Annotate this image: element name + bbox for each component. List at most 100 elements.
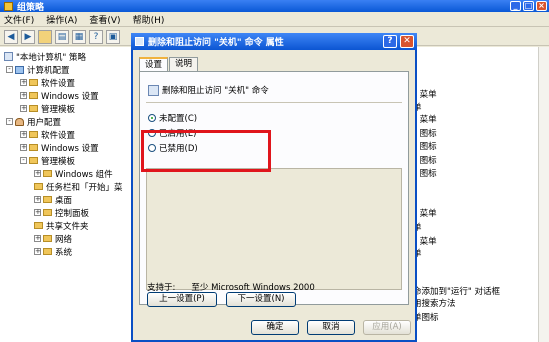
tree-item[interactable]: 任务栏和「开始」菜 [34,181,123,193]
policy-icon [4,52,13,61]
user-icon [15,117,24,126]
properties-icon[interactable]: ▣ [106,29,120,44]
next-setting-button[interactable]: 下一设置(N) [226,292,296,307]
radio-label: 未配置(C) [159,114,198,124]
expand-icon[interactable]: + [34,235,41,242]
tree-item-label: "本地计算机" 策略 [16,52,87,63]
expand-icon[interactable]: + [20,92,27,99]
forward-icon[interactable]: ▶ [21,29,35,44]
menu-action[interactable]: 操作(A) [46,13,77,26]
tree-item-label: 用户配置 [27,117,62,128]
tree-item-label: 计算机配置 [27,65,70,76]
setting-row[interactable]: 命添加到"运行" 对话框 [413,285,500,297]
folder-icon [43,170,52,177]
back-icon[interactable]: ◀ [4,29,18,44]
policy-setting-icon [148,84,159,96]
tree-item-label: 软件设置 [41,130,76,141]
folder-icon [29,79,38,86]
menu-view[interactable]: 查看(V) [89,13,120,26]
folder-icon [43,209,52,216]
tree-item[interactable]: + 系统 [34,246,72,258]
apply-button[interactable]: 应用(A) [363,320,411,335]
tree-item[interactable]: - 计算机配置 [6,64,70,76]
folder-icon [43,248,52,255]
help-icon[interactable]: ? [89,29,103,44]
tree-item[interactable]: + Windows 设置 [20,142,99,154]
expand-icon[interactable]: + [20,79,27,86]
folder-icon [29,92,38,99]
previous-setting-button[interactable]: 上一设置(P) [147,292,217,307]
expand-icon[interactable]: + [20,144,27,151]
computer-icon [15,65,24,74]
tree-item[interactable]: + 控制面板 [34,207,89,219]
close-window-button[interactable]: × [536,1,547,11]
expand-icon[interactable]: + [34,196,41,203]
dialog-title: 删除和阻止访问 "关机" 命令 属性 [148,38,284,48]
dialog-close-button[interactable]: ✕ [400,35,414,48]
tree-item[interactable]: "本地计算机" 策略 [4,51,87,63]
group-policy-icon [4,1,13,11]
tab-settings[interactable]: 设置 [139,57,169,72]
properties-dialog: 删除和阻止访问 "关机" 命令 属性 ? ✕ 设置 说明 删除和阻止访问 "关机… [131,33,417,342]
folder-icon [29,157,38,164]
expand-icon[interactable]: + [34,170,41,177]
folder-icon [43,196,52,203]
cancel-button[interactable]: 取消 [307,320,355,335]
dialog-help-button[interactable]: ? [383,35,397,48]
show-tree-icon[interactable]: ▤ [55,29,69,44]
tree-item-label: 任务栏和「开始」菜 [46,182,123,193]
collapse-icon[interactable]: - [6,66,13,73]
tree-item-label: Windows 组件 [55,169,113,180]
description-area [146,168,402,290]
tree-item[interactable]: + 管理模板 [20,103,76,115]
tree-item-label: 网络 [55,234,73,245]
red-highlight-box [141,130,271,172]
dialog-tabs: 设置 说明 [139,57,199,72]
tree-item-label: 管理模板 [41,156,76,167]
folder-icon [29,105,38,112]
tab-explain[interactable]: 说明 [169,57,199,71]
expand-icon[interactable]: + [34,209,41,216]
collapse-icon[interactable]: - [6,118,13,125]
folder-icon [43,235,52,242]
tree-item-label: Windows 设置 [41,143,99,154]
tree-item[interactable]: + Windows 设置 [20,90,99,102]
folder-icon [34,183,43,190]
tree-item[interactable]: + 软件设置 [20,129,76,141]
group-policy-window: 组策略 _ □ × 文件(F) 操作(A) 查看(V) 帮助(H) ◀ ▶ ▤ … [0,0,549,342]
expand-icon[interactable]: + [20,105,27,112]
folder-icon [29,144,38,151]
tree-item[interactable]: - 管理模板 [20,155,76,167]
tree-item[interactable]: - 用户配置 [6,116,62,128]
maximize-button[interactable]: □ [523,1,534,11]
tree-item[interactable]: 共享文件夹 [34,220,89,232]
up-folder-icon[interactable] [38,29,52,44]
tree-item[interactable]: + Windows 组件 [34,168,113,180]
tree-item[interactable]: + 软件设置 [20,77,76,89]
folder-icon [29,131,38,138]
tree-item-label: 共享文件夹 [46,221,89,232]
tree-item-label: 管理模板 [41,104,76,115]
tree-item[interactable]: + 网络 [34,233,73,245]
right-scrollbar[interactable] [538,47,549,342]
menu-file[interactable]: 文件(F) [4,13,34,26]
window-title: 组策略 [17,2,45,13]
expand-icon[interactable]: + [34,248,41,255]
radio-button-icon[interactable] [148,114,156,122]
menu-help[interactable]: 帮助(H) [133,13,165,26]
minimize-button[interactable]: _ [510,1,521,11]
ok-button[interactable]: 确定 [251,320,299,335]
menu-bar: 文件(F) 操作(A) 查看(V) 帮助(H) [0,12,549,27]
tree-item[interactable]: + 桌面 [34,194,72,206]
tree-item-label: Windows 设置 [41,91,99,102]
export-list-icon[interactable]: ▦ [72,29,86,44]
policy-tree: "本地计算机" 策略 - 计算机配置 + 软件设置 + Windows 设置 + 管理模板 - 用户… [0,47,132,342]
expand-icon[interactable]: + [20,131,27,138]
collapse-icon[interactable]: - [20,157,27,164]
radio-not-configured[interactable]: 未配置(C) [148,112,197,124]
setting-row[interactable]: 用搜索方法 [413,297,456,309]
divider [146,102,402,103]
tree-item-label: 软件设置 [41,78,76,89]
policy-heading: 删除和阻止访问 "关机" 命令 [148,84,269,96]
folder-icon [34,222,43,229]
